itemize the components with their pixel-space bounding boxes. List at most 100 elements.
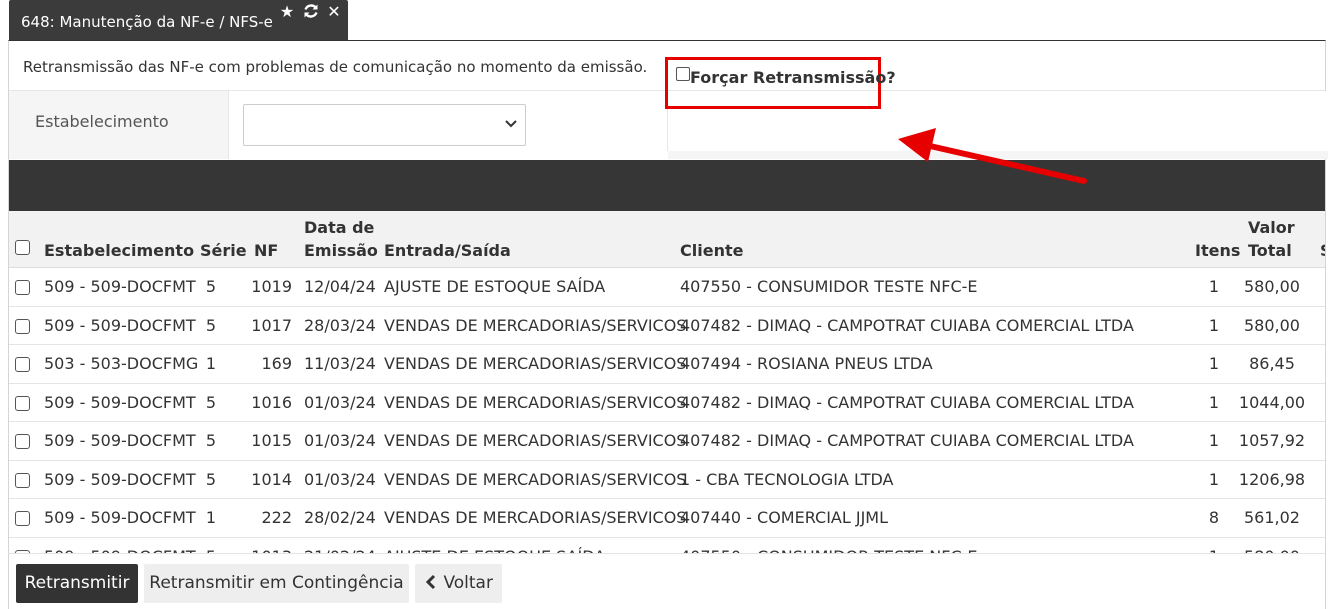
cell-entrada: VENDAS DE MERCADORIAS/SERVICOS <box>384 431 687 450</box>
table-row[interactable]: 509 - 509-DOCFMT 5 1017 28/03/24 VENDAS … <box>9 307 1325 345</box>
cell-valor: 580,00 <box>1244 315 1300 335</box>
select-all-checkbox[interactable] <box>15 240 30 255</box>
col-cliente[interactable]: Cliente <box>680 239 743 262</box>
back-button[interactable]: Voltar <box>415 564 502 603</box>
row-checkbox[interactable] <box>15 472 30 488</box>
table-row[interactable]: 503 - 503-DOCFMG 1 169 11/03/24 VENDAS D… <box>9 345 1325 384</box>
cell-valor: 86,45 <box>1249 354 1295 373</box>
row-checkbox[interactable] <box>15 511 30 526</box>
cell-itens: 1 <box>1208 315 1219 335</box>
col-entrada-saida[interactable]: Entrada/Saída <box>384 239 511 262</box>
back-button-label: Voltar <box>443 573 493 593</box>
retransmit-contingency-button[interactable]: Retransmitir em Contingência <box>144 564 409 603</box>
retransmit-button[interactable]: Retransmitir <box>16 564 138 603</box>
cell-data: 12/04/24 <box>304 277 376 296</box>
table-row[interactable]: 509 - 509-DOCFMT 5 1019 12/04/24 AJUSTE … <box>9 268 1325 307</box>
annotation-highlight-box: Forçar Retransmissão? <box>665 57 896 109</box>
cell-serie: 5 <box>205 431 217 450</box>
cell-nf: 1014 <box>251 469 292 489</box>
row-checkbox[interactable] <box>15 434 30 449</box>
cell-data: 28/02/24 <box>304 508 376 527</box>
col-valor-line2[interactable]: Total <box>1248 239 1292 262</box>
refresh-icon[interactable] <box>302 3 320 21</box>
cell-estabelecimento: 509 - 509-DOCFMT <box>44 392 196 412</box>
cell-data: 01/03/24 <box>304 469 376 489</box>
cell-itens: 1 <box>1189 538 1219 554</box>
cell-serie: 1 <box>205 354 217 373</box>
cell-serie: 1 <box>205 508 217 527</box>
cell-estabelecimento: 509 - 509-DOCFMT <box>44 315 196 335</box>
table-row[interactable]: 509 - 509-DOCFMT 5 1013 21/02/24 AJUSTE … <box>9 538 1325 554</box>
section-shade <box>668 151 1328 159</box>
col-valor-line1[interactable]: Valor <box>1248 216 1295 239</box>
cell-cliente: 407494 - ROSIANA PNEUS LTDA <box>680 354 933 373</box>
row-checkbox[interactable] <box>15 280 30 295</box>
cell-itens: 1 <box>1208 392 1219 412</box>
main-panel: Retransmissão das NF-e com problemas de … <box>8 40 1328 609</box>
cell-nf: 1019 <box>251 277 292 296</box>
window-tab: 648: Manutenção da NF-e / NFS-e ★ ✕ <box>9 0 348 40</box>
cell-serie: 5 <box>189 538 233 554</box>
cell-itens: 1 <box>1208 277 1219 296</box>
table-row[interactable]: 509 - 509-DOCFMT 1 222 28/02/24 VENDAS D… <box>9 499 1325 538</box>
tab-title: 648: Manutenção da NF-e / NFS-e <box>21 13 273 31</box>
cell-nf: 169 <box>261 354 292 373</box>
col-nf[interactable]: NF <box>254 239 278 262</box>
row-checkbox[interactable] <box>15 357 30 372</box>
cell-valor: 1057,92 <box>1238 431 1306 450</box>
cell-itens: 1 <box>1208 354 1219 373</box>
cell-entrada: VENDAS DE MERCADORIAS/SERVICOS <box>384 392 687 412</box>
cell-valor: 580,00 <box>1244 277 1300 296</box>
col-data-line1[interactable]: Data de <box>304 216 374 239</box>
table-row[interactable]: 509 - 509-DOCFMT 5 1014 01/03/24 VENDAS … <box>9 461 1325 499</box>
cell-data: 28/03/24 <box>304 315 376 335</box>
chevron-down-icon <box>505 120 517 128</box>
close-icon[interactable]: ✕ <box>325 3 343 21</box>
force-retransmit-checkbox[interactable] <box>676 67 690 81</box>
cell-itens: 1 <box>1208 431 1219 450</box>
cell-estabelecimento: 509 - 509-DOCFMT <box>44 277 196 296</box>
cell-serie: 5 <box>205 469 217 489</box>
cell-estabelecimento: 509 - 509-DOCFMT <box>44 469 196 489</box>
estabelecimento-select[interactable] <box>243 104 526 146</box>
star-icon[interactable]: ★ <box>278 3 296 21</box>
force-retransmit-label[interactable]: Forçar Retransmissão? <box>690 68 896 87</box>
col-extra[interactable]: S <box>1320 239 1325 262</box>
cell-nf: 1016 <box>251 392 292 412</box>
toolbar-bar <box>9 160 1325 211</box>
table-row[interactable]: 509 - 509-DOCFMT 5 1016 01/03/24 VENDAS … <box>9 384 1325 422</box>
col-itens[interactable]: Itens <box>1195 239 1240 262</box>
cell-nf: 1015 <box>251 431 292 450</box>
cell-entrada: AJUSTE DE ESTOQUE SAÍDA <box>384 538 605 554</box>
cell-cliente: 407440 - COMERCIAL JJML <box>680 508 889 527</box>
cell-entrada: VENDAS DE MERCADORIAS/SERVICOS <box>384 315 687 335</box>
col-data-line2[interactable]: Emissão <box>304 239 378 262</box>
cell-nf: 1013 <box>245 538 292 554</box>
action-footer: Retransmitir Retransmitir em Contingênci… <box>9 553 1325 609</box>
table-row[interactable]: 509 - 509-DOCFMT 5 1015 01/03/24 VENDAS … <box>9 422 1325 461</box>
cell-cliente: 407550 - CONSUMIDOR TESTE NFC-E <box>680 277 978 296</box>
cell-nf: 1017 <box>251 315 292 335</box>
cell-cliente: 407482 - DIMAQ - CAMPOTRAT CUIABA COMERC… <box>680 315 1134 335</box>
cell-valor: 580,00 <box>1233 538 1311 554</box>
cell-data: 01/03/24 <box>304 392 376 412</box>
col-estabelecimento[interactable]: Estabelecimento <box>44 239 194 262</box>
chevron-left-icon <box>424 566 438 590</box>
col-serie[interactable]: Série <box>200 239 247 262</box>
cell-entrada: VENDAS DE MERCADORIAS/SERVICOS <box>384 469 687 489</box>
row-checkbox[interactable] <box>15 318 30 334</box>
nfe-table: Estabelecimento Série NF Data de Emissão… <box>9 211 1325 553</box>
cell-cliente: 1 - CBA TECNOLOGIA LTDA <box>680 469 894 489</box>
cell-data: 01/03/24 <box>304 431 376 450</box>
cell-entrada: AJUSTE DE ESTOQUE SAÍDA <box>384 277 606 296</box>
cell-cliente: 407482 - DIMAQ - CAMPOTRAT CUIABA COMERC… <box>680 392 1134 412</box>
cell-serie: 5 <box>205 392 217 412</box>
cell-valor: 561,02 <box>1244 508 1300 527</box>
cell-data: 21/02/24 <box>304 538 376 554</box>
cell-serie: 5 <box>205 277 217 296</box>
cell-entrada: VENDAS DE MERCADORIAS/SERVICOS <box>384 354 687 373</box>
cell-itens: 1 <box>1208 469 1219 489</box>
cell-estabelecimento: 509 - 509-DOCFMT <box>44 508 196 527</box>
cell-entrada: VENDAS DE MERCADORIAS/SERVICOS <box>384 508 687 527</box>
row-checkbox[interactable] <box>15 395 30 411</box>
